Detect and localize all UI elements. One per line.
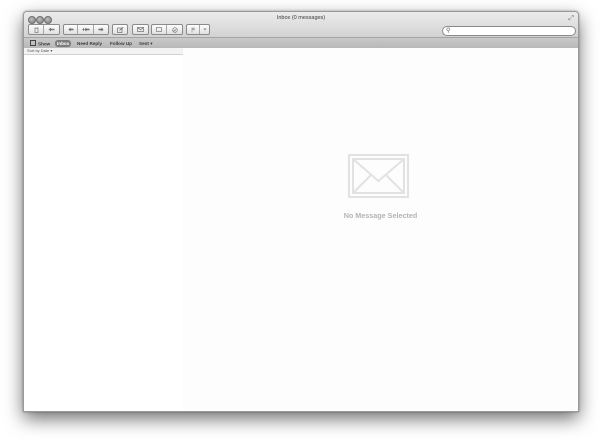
mailbox-toggle-icon <box>30 40 36 46</box>
flag-menu-icon[interactable] <box>200 25 209 34</box>
envelope-icon <box>348 154 409 198</box>
sort-menu[interactable]: Sort by Date ▾ <box>24 48 183 55</box>
favorite-inbox[interactable]: Inbox <box>55 40 72 47</box>
search-icon: ⚲ <box>446 28 451 34</box>
note-icon[interactable] <box>152 25 167 34</box>
window-title: Inbox (0 messages) <box>276 15 326 21</box>
message-list[interactable]: Sort by Date ▾ <box>24 48 184 411</box>
title-bar: Inbox (0 messages) ⤢ ⚲ <box>24 12 578 37</box>
favorite-follow-up[interactable]: Follow Up <box>108 40 134 47</box>
reply-icon[interactable] <box>64 25 78 34</box>
favorite-sent[interactable]: Sent ▾ <box>137 40 155 47</box>
mail-window: Inbox (0 messages) ⤢ ⚲ Show Inbox Need R… <box>23 11 579 412</box>
compose-icon[interactable] <box>113 25 127 34</box>
message-preview: No Message Selected <box>183 48 578 411</box>
reply-forward-group <box>63 24 109 35</box>
junk-icon[interactable] <box>44 25 59 34</box>
get-mail-group <box>132 24 149 35</box>
compose-group <box>112 24 128 35</box>
favorite-need-reply[interactable]: Need Reply <box>75 40 104 47</box>
flag-group <box>186 24 210 35</box>
flag-icon[interactable] <box>187 25 200 34</box>
no-message-label: No Message Selected <box>343 211 418 220</box>
reply-all-icon[interactable] <box>78 25 94 34</box>
delete-junk-group <box>28 24 60 35</box>
show-label: Show <box>38 41 51 47</box>
forward-icon[interactable] <box>94 25 108 34</box>
note-todo-group <box>151 24 183 35</box>
todo-icon[interactable] <box>167 25 182 34</box>
fullscreen-icon[interactable]: ⤢ <box>568 15 574 22</box>
get-mail-icon[interactable] <box>133 25 148 34</box>
show-mailboxes-button[interactable]: Show <box>28 40 52 47</box>
trash-icon[interactable] <box>29 25 44 34</box>
search-field[interactable]: ⚲ <box>442 26 576 36</box>
